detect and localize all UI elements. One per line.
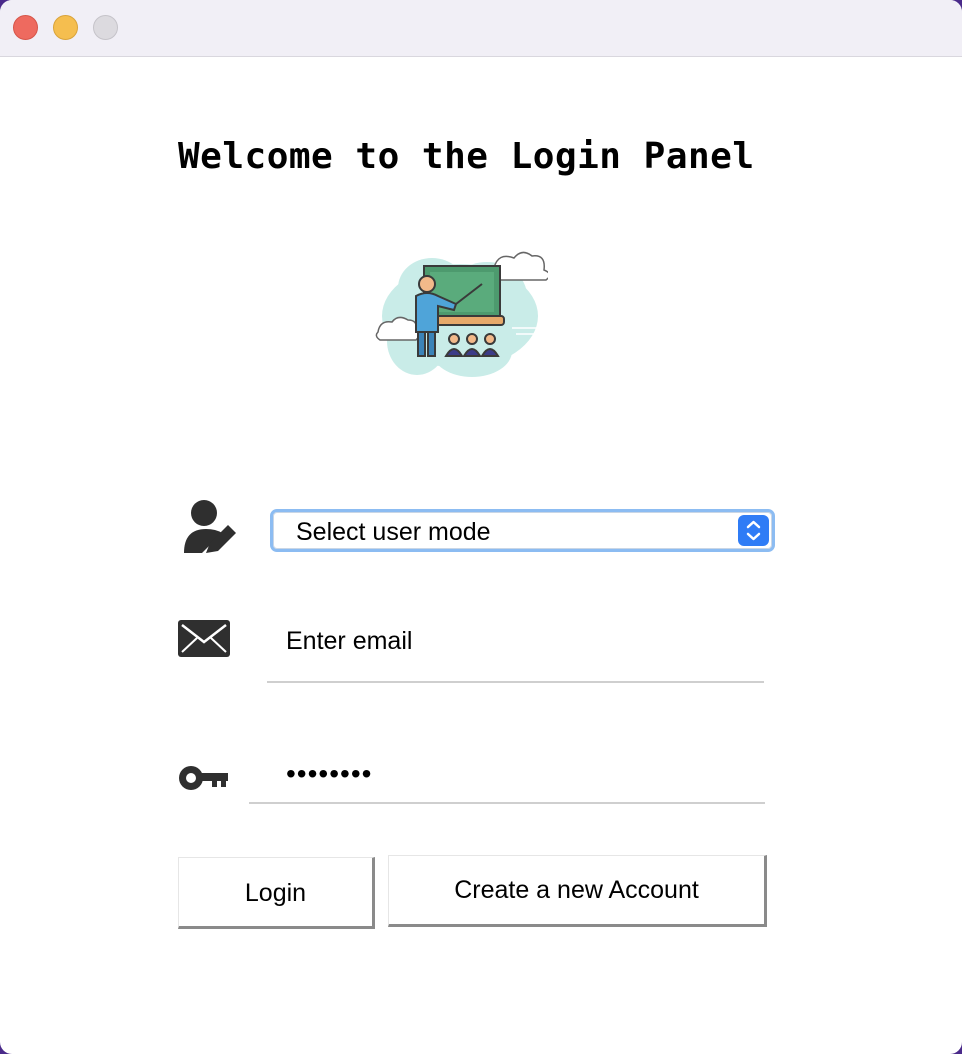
email-field[interactable]: Enter email [286,627,412,656]
zoom-window-button[interactable] [93,15,118,40]
login-button[interactable]: Login [178,857,375,929]
user-mode-select[interactable]: Select user mode [270,509,775,552]
page-title: Welcome to the Login Panel [178,136,755,177]
close-window-button[interactable] [13,15,38,40]
create-account-button[interactable]: Create a new Account [388,855,767,927]
login-window: Welcome to the Login Panel Select user m… [0,0,962,1054]
user-mode-select-value: Select user mode [296,518,491,546]
key-icon [179,766,228,790]
title-bar[interactable] [0,0,962,57]
envelope-icon [178,620,230,657]
password-field[interactable]: •••••••• [286,758,372,790]
chevron-up-down-icon[interactable] [738,515,769,546]
password-field-underline [249,802,765,804]
email-field-underline [267,681,764,683]
minimize-window-button[interactable] [53,15,78,40]
user-edit-icon [184,500,236,553]
teacher-classroom-icon [375,243,548,377]
